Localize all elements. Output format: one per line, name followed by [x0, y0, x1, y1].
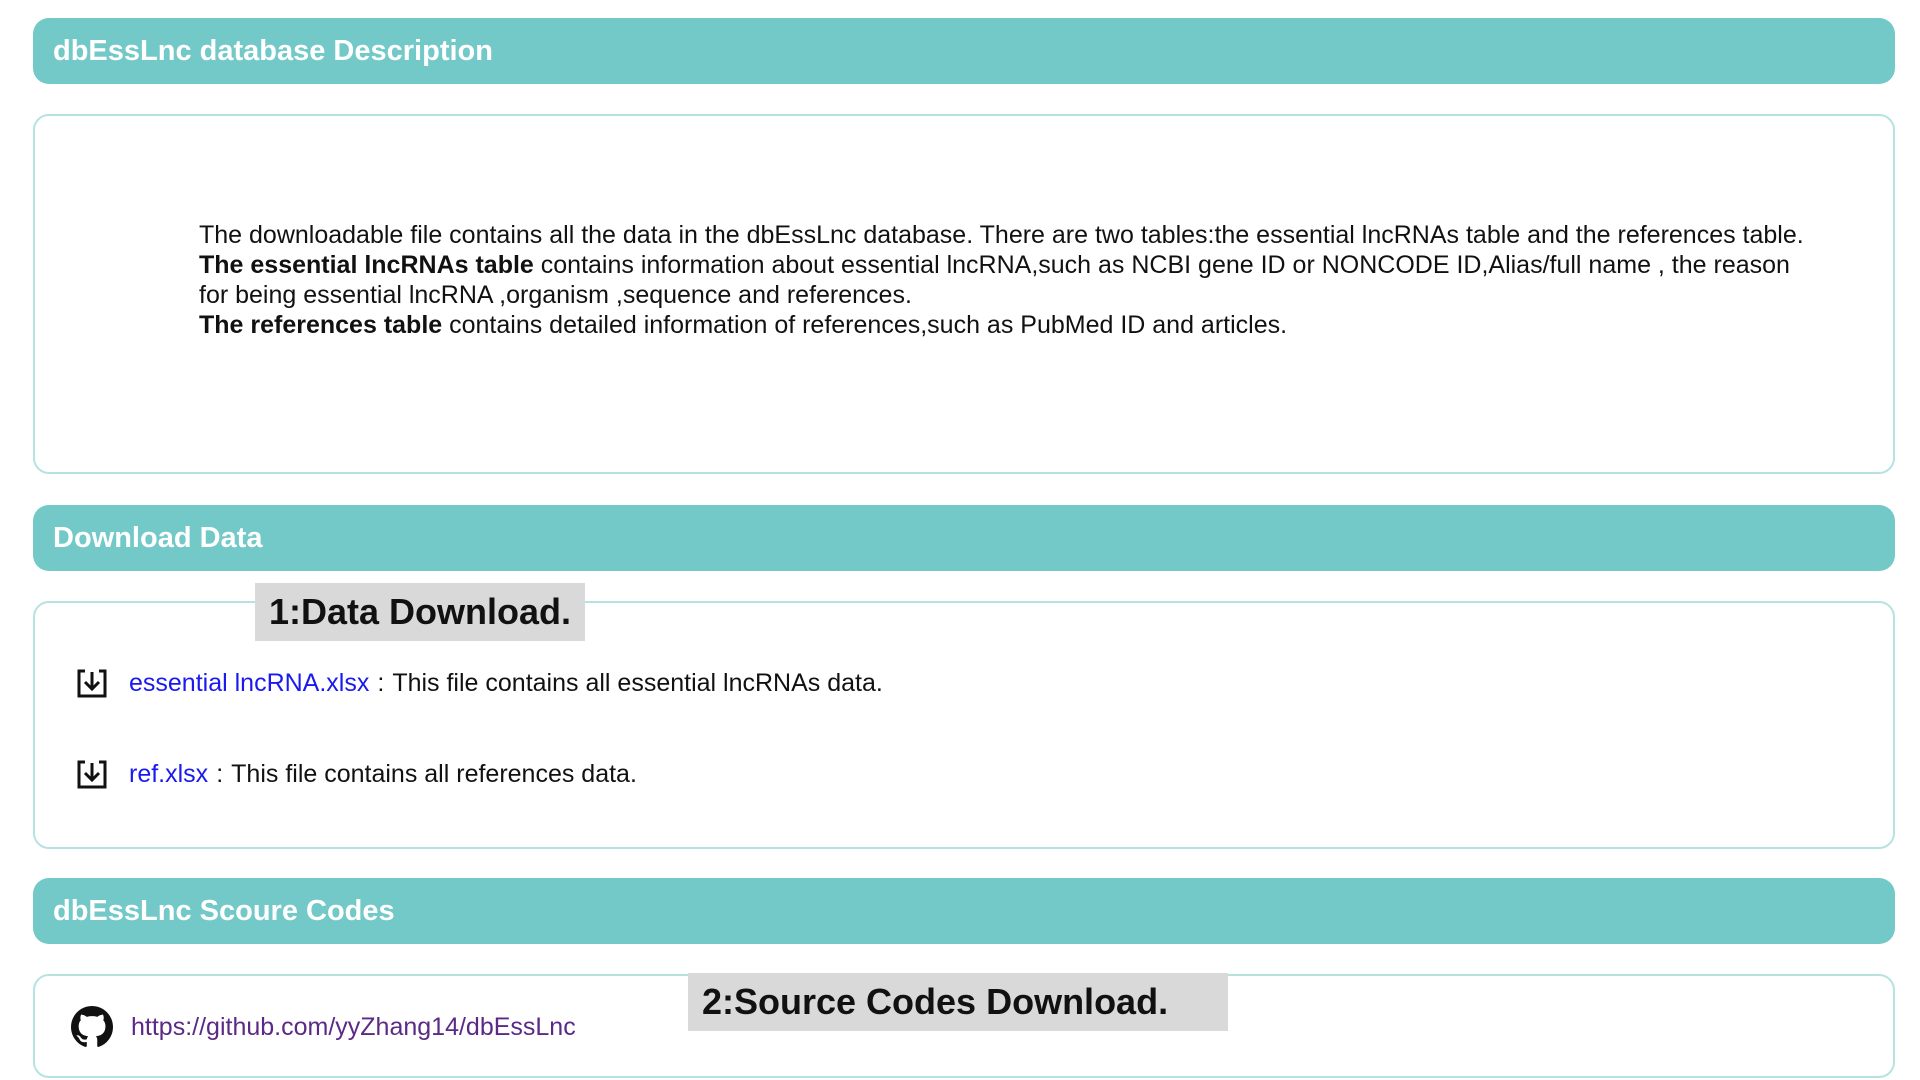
download-row-ref: ref.xlsx : This file contains all refere… — [75, 757, 637, 791]
description-panel: The downloadable file contains all the d… — [33, 114, 1895, 474]
data-download-annotation: 1:Data Download. — [255, 583, 586, 641]
download-separator: : — [216, 759, 224, 788]
source-header: dbEssLnc Scoure Codes — [33, 878, 1895, 944]
download-icon[interactable] — [75, 666, 109, 700]
source-row: https://github.com/yyZhang14/dbEssLnc — [71, 1006, 576, 1048]
description-text: The downloadable file contains all the d… — [199, 220, 1819, 340]
download-row-essential: essential lncRNA.xlsx : This file contai… — [75, 666, 883, 700]
source-download-annotation-text: 2:Source Codes Download. — [702, 981, 1169, 1022]
description-paragraph-3: The references table contains detailed i… — [199, 310, 1819, 340]
data-download-annotation-text: 1:Data Download. — [269, 591, 572, 632]
source-header-title: dbEssLnc Scoure Codes — [53, 894, 395, 927]
references-table-label: The references table — [199, 311, 443, 339]
references-table-text: contains detailed information of referen… — [442, 311, 1288, 339]
essential-lncrna-download-link[interactable]: essential lncRNA.xlsx — [129, 669, 369, 698]
essential-lncrna-file-description: This file contains all essential lncRNAs… — [392, 668, 883, 697]
essential-table-label: The essential lncRNAs table — [199, 251, 534, 279]
download-icon[interactable] — [75, 757, 109, 791]
source-download-annotation: 2:Source Codes Download. — [688, 973, 1229, 1031]
description-paragraph-2: The essential lncRNAs table contains inf… — [199, 250, 1819, 310]
description-header: dbEssLnc database Description — [33, 18, 1895, 84]
description-paragraph-1: The downloadable file contains all the d… — [199, 221, 1804, 249]
download-separator: : — [377, 668, 385, 697]
github-repo-link[interactable]: https://github.com/yyZhang14/dbEssLnc — [131, 1013, 576, 1042]
description-header-title: dbEssLnc database Description — [53, 34, 493, 67]
download-header: Download Data — [33, 505, 1895, 571]
ref-file-description: This file contains all references data. — [231, 759, 637, 788]
github-icon[interactable] — [71, 1006, 113, 1048]
ref-download-link[interactable]: ref.xlsx — [129, 760, 208, 789]
download-header-title: Download Data — [53, 521, 263, 554]
